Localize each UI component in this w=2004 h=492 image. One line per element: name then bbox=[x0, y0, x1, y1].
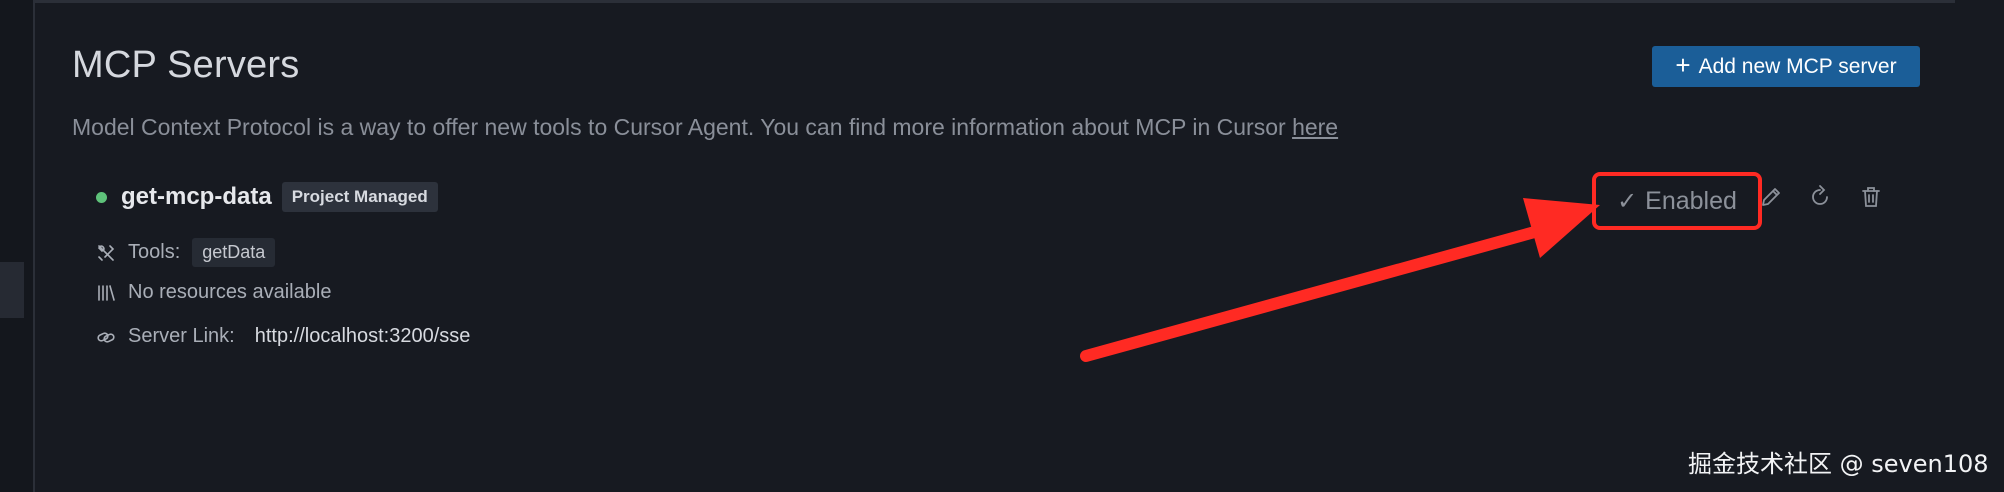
server-url[interactable]: http://localhost:3200/sse bbox=[255, 325, 471, 348]
page-description: Model Context Protocol is a way to offer… bbox=[72, 114, 1338, 141]
description-text: Model Context Protocol is a way to offer… bbox=[72, 114, 1293, 140]
trash-icon[interactable] bbox=[1858, 184, 1884, 210]
add-mcp-server-label: Add new MCP server bbox=[1698, 54, 1897, 78]
server-header: get-mcp-data Project Managed bbox=[96, 182, 438, 212]
page-title: MCP Servers bbox=[72, 44, 300, 86]
tools-label: Tools: bbox=[128, 241, 181, 263]
project-managed-badge: Project Managed bbox=[281, 182, 438, 212]
resources-text: No resources available bbox=[128, 281, 332, 303]
sidebar-strip bbox=[0, 0, 35, 492]
server-link-row: Server Link: http://localhost:3200/sse bbox=[96, 325, 470, 348]
mcp-settings-page: MCP Servers + Add new MCP server Model C… bbox=[0, 0, 2004, 492]
tools-row: Tools: getData bbox=[96, 238, 276, 267]
server-name: get-mcp-data bbox=[121, 183, 272, 210]
server-link-label: Server Link: bbox=[128, 325, 235, 347]
sidebar-active-item[interactable] bbox=[0, 262, 24, 318]
library-icon bbox=[96, 283, 116, 303]
tools-icon bbox=[96, 243, 116, 263]
plus-icon: + bbox=[1675, 50, 1691, 80]
enabled-label: Enabled bbox=[1645, 186, 1737, 215]
status-indicator bbox=[96, 191, 107, 203]
add-mcp-server-button[interactable]: + Add new MCP server bbox=[1652, 46, 1920, 87]
watermark: 掘金技术社区 @ seven108 bbox=[1688, 450, 1989, 478]
link-icon bbox=[96, 327, 116, 347]
top-divider bbox=[35, 0, 1955, 3]
resources-row: No resources available bbox=[96, 281, 331, 304]
tool-chip: getData bbox=[192, 238, 276, 267]
pencil-icon[interactable] bbox=[1758, 184, 1784, 210]
refresh-icon[interactable] bbox=[1807, 184, 1833, 210]
check-icon: ✓ bbox=[1617, 187, 1638, 215]
enabled-toggle[interactable]: ✓ Enabled bbox=[1592, 172, 1762, 230]
mcp-docs-link[interactable]: here bbox=[1292, 114, 1338, 140]
